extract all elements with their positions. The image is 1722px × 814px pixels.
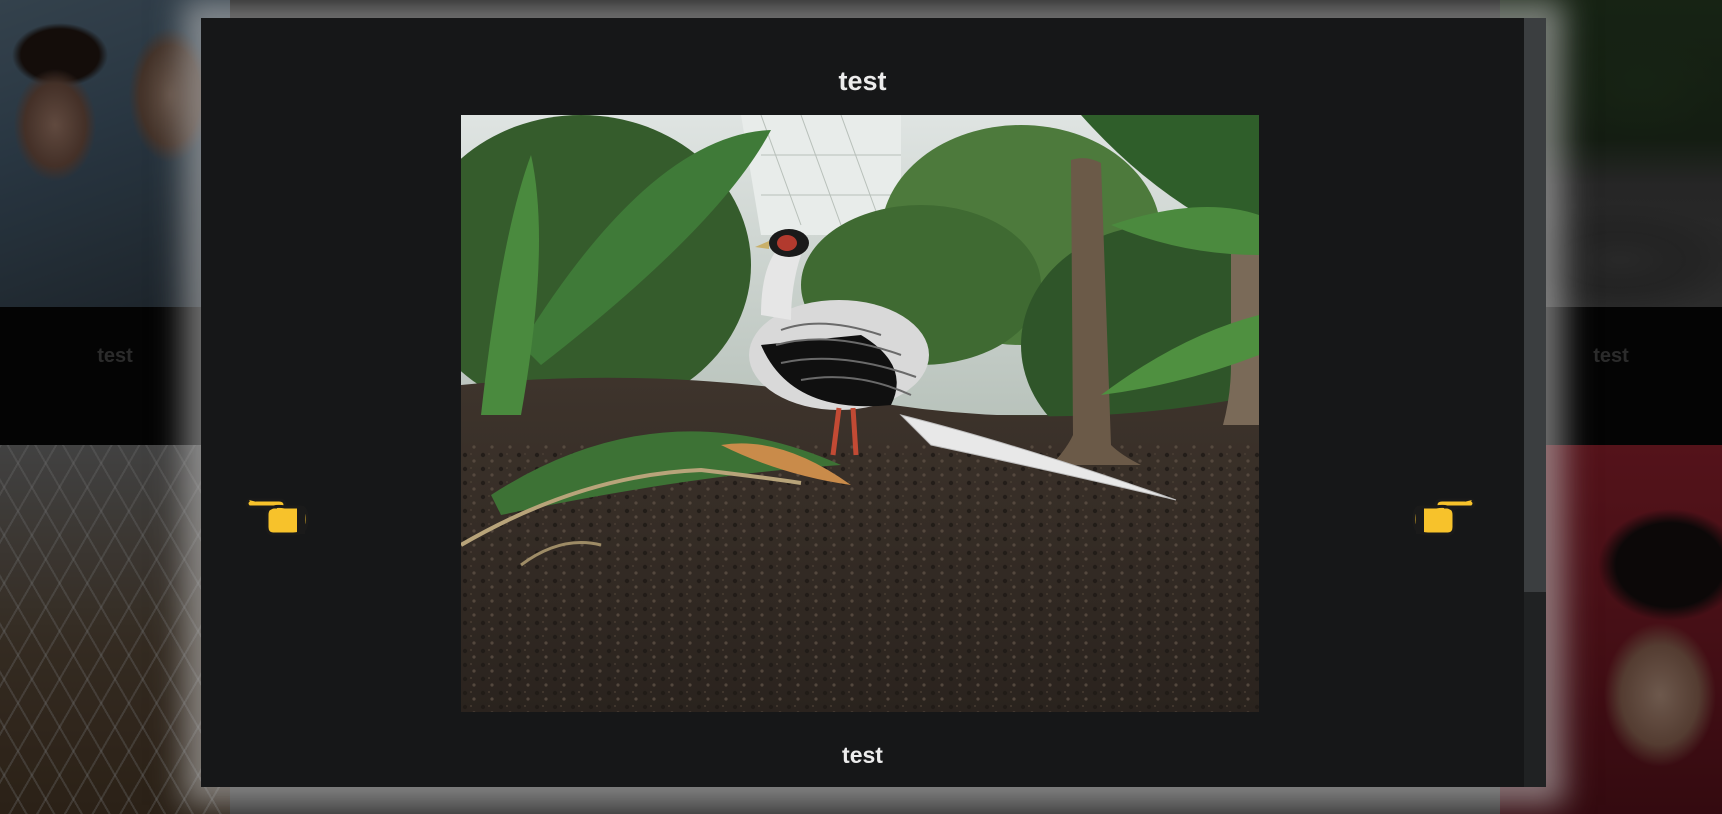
hand-pointing-left-icon [245,498,309,536]
scrollbar-thumb[interactable] [1524,18,1546,592]
lightbox-modal: test test [201,18,1546,787]
next-image-button[interactable] [1410,484,1480,540]
lightbox-scrollbar[interactable] [1524,18,1546,787]
pheasant-photo [461,115,1259,712]
lightbox-image[interactable] [461,115,1259,712]
lightbox-title: test [838,66,887,96]
previous-image-button[interactable] [241,484,311,540]
hand-pointing-right-icon [1412,498,1476,536]
lightbox-caption: test [842,742,883,768]
